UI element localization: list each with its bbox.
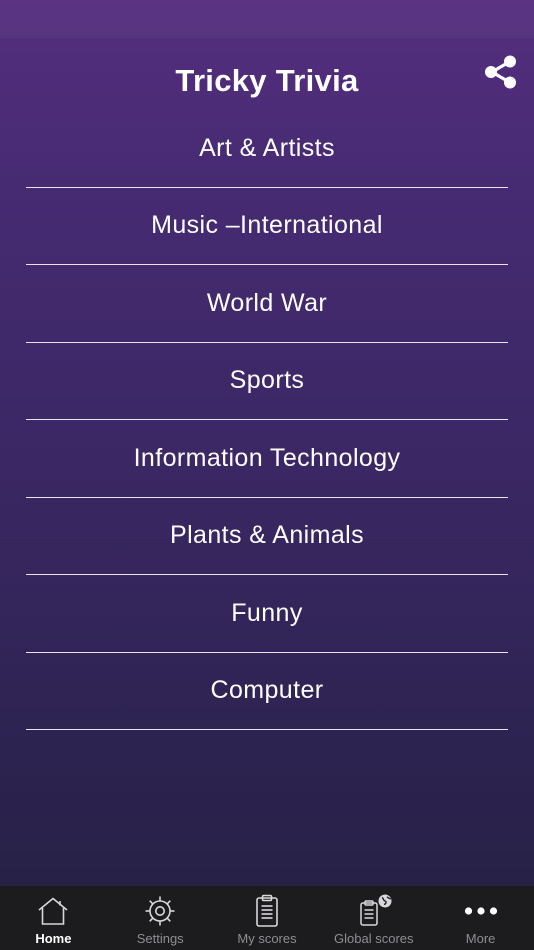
tab-my-scores[interactable]: My scores <box>214 886 321 950</box>
category-label: Funny <box>231 598 303 627</box>
tab-label: Global scores <box>334 931 414 946</box>
category-item-art-artists[interactable]: Art & Artists <box>26 110 508 188</box>
category-label: Art & Artists <box>199 133 335 162</box>
status-bar <box>0 0 534 38</box>
share-icon <box>485 55 516 89</box>
share-button[interactable] <box>483 53 521 91</box>
tab-label: My scores <box>237 931 297 946</box>
tab-more[interactable]: More <box>427 886 534 950</box>
category-label: Music –International <box>151 211 383 240</box>
tab-home[interactable]: Home <box>0 886 107 950</box>
category-list: Art & Artists Music –International World… <box>26 110 508 730</box>
category-label: Sports <box>229 366 305 395</box>
category-item-sports[interactable]: Sports <box>26 343 508 420</box>
category-label: Plants & Animals <box>170 521 364 550</box>
clipboard-icon <box>253 894 281 928</box>
category-item-world-war[interactable]: World War <box>26 265 508 343</box>
category-item-information-technology[interactable]: Information Technology <box>26 420 508 498</box>
tab-label: More <box>465 931 496 946</box>
category-item-plants-animals[interactable]: Plants & Animals <box>26 498 508 575</box>
tab-settings[interactable]: Settings <box>107 886 214 950</box>
tab-label: Settings <box>136 931 184 946</box>
more-icon <box>463 894 499 928</box>
home-icon <box>35 894 71 928</box>
category-label: World War <box>206 288 328 317</box>
globe-clipboard-icon <box>354 894 394 928</box>
tab-global-scores[interactable]: Global scores <box>320 886 427 950</box>
tab-bar: Home Settings My scores Global scores Mo… <box>0 886 534 950</box>
category-item-music-international[interactable]: Music –International <box>26 188 508 265</box>
category-label: Computer <box>210 676 324 705</box>
page-title: Tricky Trivia <box>175 63 359 98</box>
category-label: Information Technology <box>133 443 401 472</box>
gear-icon <box>143 894 177 928</box>
tab-label: Home <box>35 931 72 946</box>
category-item-computer[interactable]: Computer <box>26 653 508 730</box>
category-item-funny[interactable]: Funny <box>26 575 508 653</box>
